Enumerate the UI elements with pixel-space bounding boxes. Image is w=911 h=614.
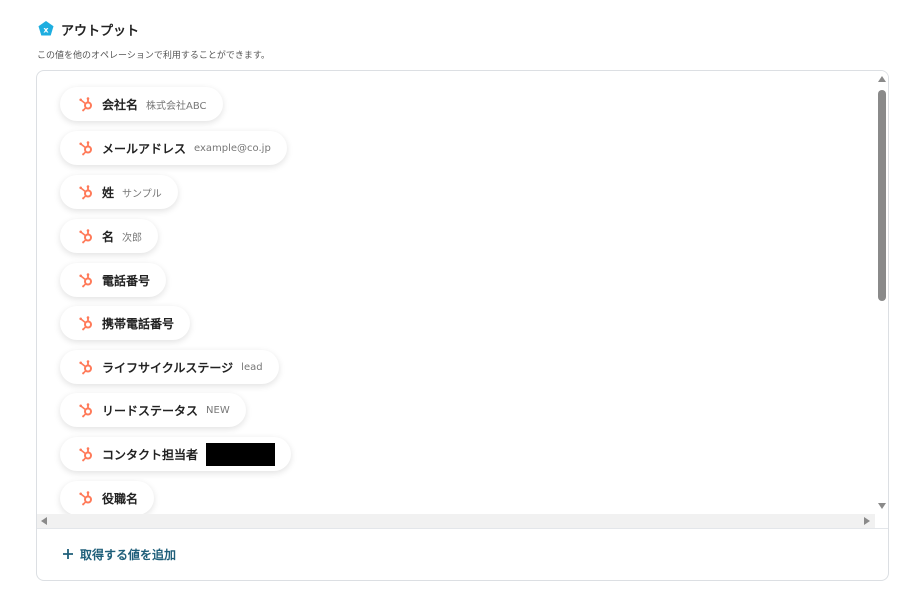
field-label: 携帯電話番号 [102, 316, 175, 331]
field-value: lead [241, 361, 263, 373]
vertical-scrollbar[interactable] [875, 71, 888, 514]
hubspot-icon [78, 96, 94, 112]
output-panel: 会社名 株式会社ABC メールアドレス example@co.jp 姓 サンプル… [36, 70, 889, 581]
field-chip-phone[interactable]: 電話番号 [60, 263, 167, 297]
hubspot-icon [78, 140, 94, 156]
field-label: メールアドレス [102, 141, 187, 156]
yoom-logo-icon: x [37, 20, 55, 38]
field-label: コンタクト担当者 [102, 447, 199, 462]
hubspot-icon [78, 402, 94, 418]
section-title: アウトプット [61, 23, 140, 39]
horizontal-scrollbar[interactable] [37, 514, 875, 528]
field-label: 会社名 [102, 97, 139, 112]
field-chip-job-title[interactable]: 役職名 [60, 481, 155, 514]
hubspot-icon [78, 490, 94, 506]
hubspot-icon [78, 315, 94, 331]
field-label: ライフサイクルステージ [102, 360, 234, 375]
add-value-label: 取得する値を追加 [80, 547, 177, 562]
field-value: example@co.jp [194, 142, 271, 154]
svg-text:x: x [43, 26, 49, 35]
hubspot-icon [78, 272, 94, 288]
field-label: 名 [102, 229, 115, 244]
scroll-down-arrow-icon[interactable] [878, 503, 886, 509]
field-chip-lifecycle-stage[interactable]: ライフサイクルステージ lead [60, 350, 279, 384]
scroll-left-arrow-icon[interactable] [41, 517, 47, 525]
scrollbar-thumb[interactable] [878, 90, 886, 301]
plus-icon [62, 548, 74, 560]
field-chip-contact-owner[interactable]: コンタクト担当者 [60, 437, 292, 471]
section-description: この値を他のオペレーションで利用することができます。 [37, 51, 270, 61]
scroll-up-arrow-icon[interactable] [878, 76, 886, 82]
field-chip-first-name[interactable]: 名 次郎 [60, 219, 159, 253]
field-chip-lead-status[interactable]: リードステータス NEW [60, 393, 246, 427]
field-label: 電話番号 [102, 273, 151, 288]
field-label: 姓 [102, 185, 115, 200]
divider [37, 528, 888, 529]
add-value-button[interactable]: 取得する値を追加 [62, 544, 176, 564]
field-value: 株式会社ABC [146, 100, 207, 112]
output-field-list: 会社名 株式会社ABC メールアドレス example@co.jp 姓 サンプル… [37, 71, 875, 514]
scroll-right-arrow-icon[interactable] [864, 517, 870, 525]
field-chip-email[interactable]: メールアドレス example@co.jp [60, 131, 287, 165]
field-chip-company-name[interactable]: 会社名 株式会社ABC [60, 87, 223, 121]
hubspot-icon [78, 228, 94, 244]
field-value: 次郎 [122, 232, 143, 244]
hubspot-icon [78, 359, 94, 375]
field-value: サンプル [122, 188, 162, 200]
field-label: 役職名 [102, 491, 139, 506]
hubspot-icon [78, 446, 94, 462]
field-value: NEW [206, 404, 230, 416]
output-header: x アウトプット [37, 19, 139, 39]
field-chip-mobile-phone[interactable]: 携帯電話番号 [60, 306, 191, 340]
field-chip-last-name[interactable]: 姓 サンプル [60, 175, 178, 209]
redacted-value [206, 442, 276, 466]
hubspot-icon [78, 184, 94, 200]
field-label: リードステータス [102, 403, 199, 418]
